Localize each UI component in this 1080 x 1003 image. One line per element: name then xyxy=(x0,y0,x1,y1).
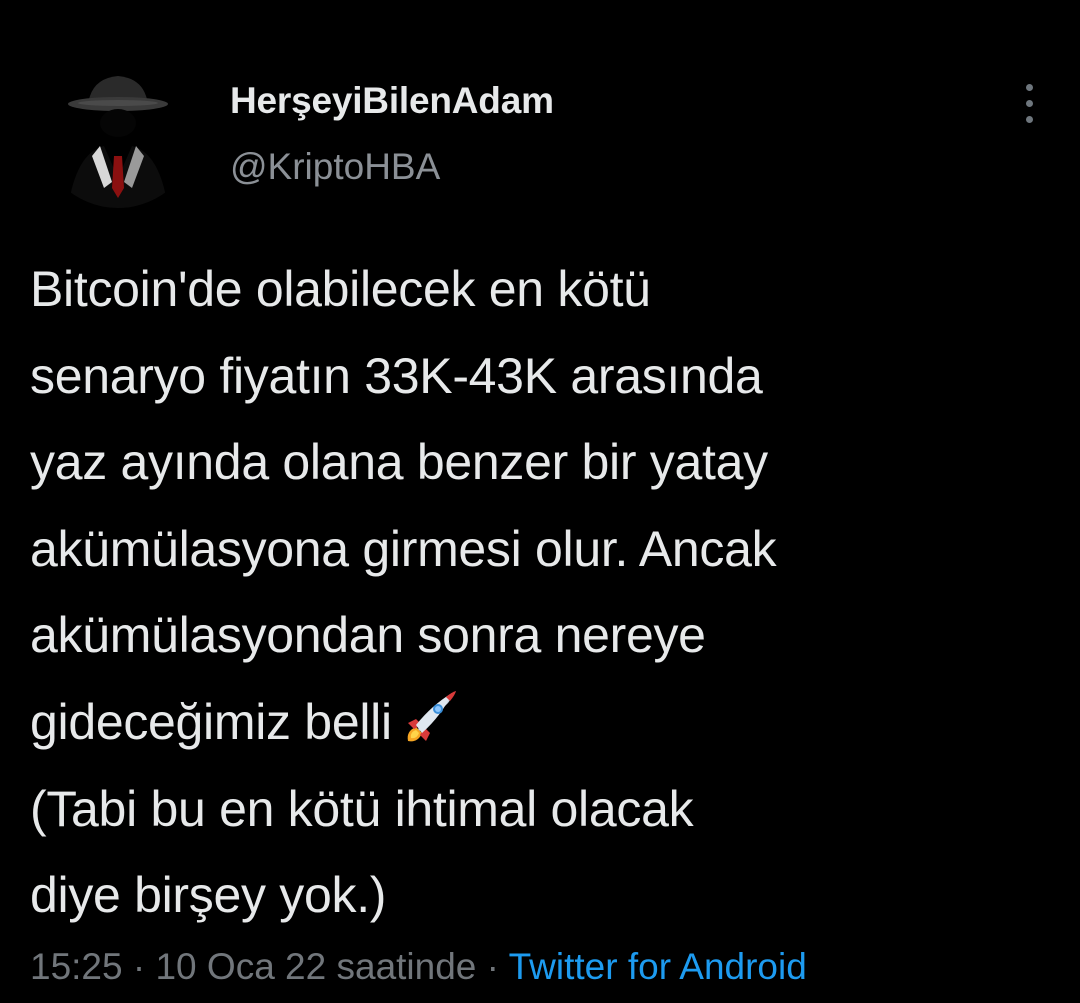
tweet-line: Bitcoin'de olabilecek en kötü xyxy=(30,261,651,317)
tweet-text: Bitcoin'de olabilecek en kötü senaryo fi… xyxy=(30,246,1070,939)
tweet-card: HerşeyiBilenAdam @KriptoHBA Bitcoin'de o… xyxy=(0,0,1080,1003)
avatar[interactable] xyxy=(38,48,198,208)
tweet-line: (Tabi bu en kötü ihtimal olacak xyxy=(30,780,694,837)
tweet-line: diye birşey yok.) xyxy=(30,867,387,924)
more-vertical-icon xyxy=(1026,100,1033,107)
rocket-emoji-icon xyxy=(402,687,458,774)
tweet-source-link[interactable]: Twitter for Android xyxy=(509,946,807,987)
more-vertical-icon xyxy=(1026,84,1033,91)
tweet-time[interactable]: 15:25 xyxy=(30,946,123,987)
display-name[interactable]: HerşeyiBilenAdam xyxy=(230,80,554,122)
masked-man-avatar-icon xyxy=(38,48,198,208)
tweet-meta: 15:25 · 10 Oca 22 saatinde · Twitter for… xyxy=(30,946,807,988)
tweet-line-text: gideceğimiz belli xyxy=(30,693,392,750)
meta-separator: · xyxy=(132,946,146,987)
user-handle[interactable]: @KriptoHBA xyxy=(230,146,440,188)
meta-separator: · xyxy=(486,946,499,987)
more-vertical-icon xyxy=(1026,116,1033,123)
tweet-line-with-emoji: gideceğimiz belli xyxy=(30,679,1070,766)
tweet-line: senaryo fiyatın 33K-43K arasında xyxy=(30,347,763,404)
tweet-date[interactable]: 10 Oca 22 saatinde xyxy=(155,946,476,987)
tweet-line: yaz ayında olana benzer bir yatay xyxy=(30,434,768,491)
tweet-line: akümülasyondan sonra nereye xyxy=(30,607,706,664)
tweet-header: HerşeyiBilenAdam @KriptoHBA xyxy=(0,0,1080,230)
tweet-line: akümülasyona girmesi olur. Ancak xyxy=(30,520,777,577)
more-options-button[interactable] xyxy=(1008,76,1052,132)
